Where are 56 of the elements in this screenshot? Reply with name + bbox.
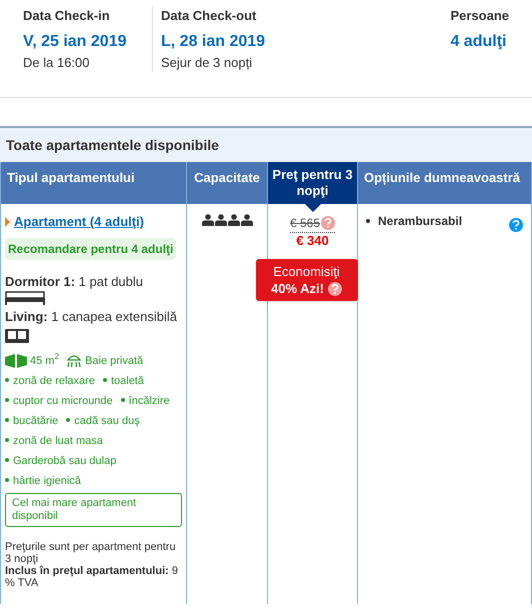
field-value: V, 25 ian 2019 [23, 32, 128, 52]
price-note: Preţurile sunt per apartment pentru 3 nopţi [5, 541, 177, 565]
shower-icon [66, 354, 82, 368]
amenity: zonă de relaxare [5, 372, 95, 389]
bullet-icon [5, 398, 9, 402]
old-price: € 565 [290, 215, 320, 232]
column-header: Tipul apartamentului [1, 162, 187, 204]
column-header: Opțiunile dumneavoastră [358, 162, 532, 204]
bullet-icon [5, 458, 9, 462]
amenity: bucătărie [5, 412, 58, 429]
section-title: Toate apartamentele disponibile [6, 136, 219, 155]
person-icon [228, 214, 240, 226]
bullet-icon [5, 418, 9, 422]
person-icon [214, 214, 226, 226]
bed-info: Dormitor 1: 1 pat dublu [5, 272, 144, 291]
help-icon[interactable] [328, 282, 342, 296]
amenity: zonă de luat masa [5, 432, 103, 449]
bullet-icon [5, 478, 9, 482]
bullet-icon [366, 219, 370, 223]
bullet-icon [5, 438, 9, 442]
amenity: Garderobă sau dulap [5, 452, 116, 469]
option-text: Nerambursabil [378, 213, 462, 230]
person-icon [202, 214, 214, 226]
amenity: hârtie igienică [5, 472, 81, 489]
amenity: cuptor cu microunde [5, 392, 113, 409]
field-label: Persoane [450, 7, 509, 25]
highlight-badge: Cel mai mare apartament disponibil [5, 493, 182, 527]
bed-info: Living: 1 canapea extensibilă [5, 308, 177, 326]
amenity: cadă sau duş [66, 412, 140, 429]
help-icon[interactable] [509, 218, 523, 232]
area-icon [5, 354, 27, 368]
sofa-icon [5, 326, 29, 342]
field-value: L, 28 ian 2019 [161, 32, 266, 52]
amenity: toaletă [102, 372, 144, 389]
field-note: Sejur de 3 nopți [161, 54, 254, 72]
field-label: Data Check-in [23, 7, 111, 25]
field-note: De la 16:00 [23, 54, 90, 72]
tax-note: Inclus în preţul apartamentului: 9 % TVA [5, 565, 179, 589]
person-icon [240, 214, 252, 226]
price: € 340 [296, 233, 329, 249]
apartment-link[interactable]: Apartament (4 adulţi) [14, 212, 144, 232]
recommendation-badge: Recomandare pentru 4 adulţi [5, 238, 176, 260]
help-icon[interactable] [321, 216, 336, 230]
bullet-icon [120, 398, 125, 402]
bathroom-text: Baie privată [85, 354, 144, 368]
caret-icon [5, 216, 10, 227]
bullet-icon [102, 378, 107, 382]
amenity: încălzire [120, 392, 170, 409]
area-text: 45 m$^{2}$ [30, 352, 60, 368]
deal-text: 40% Azi! [271, 280, 324, 297]
field-label: Data Check-out [161, 7, 258, 25]
field-value: 4 adulţi [450, 32, 506, 52]
bullet-icon [66, 418, 70, 422]
bed-icon [5, 291, 45, 305]
bullet-icon [5, 378, 9, 382]
deal-text: Economisiţi [273, 263, 340, 280]
